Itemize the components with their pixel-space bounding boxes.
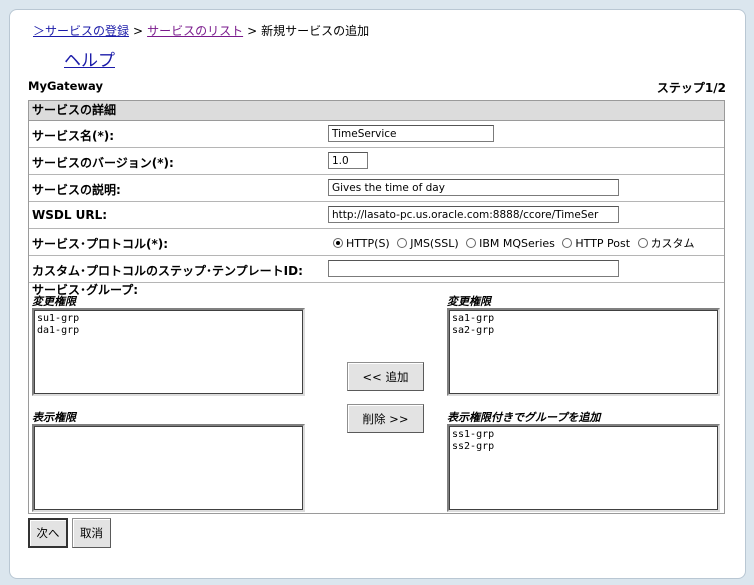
list-item[interactable]: sa2-grp	[452, 325, 715, 337]
custom-template-input[interactable]	[328, 260, 619, 277]
left-modify-label: 変更権限	[32, 295, 76, 308]
custom-template-label: カスタム･プロトコルのステップ･テンプレートID:	[32, 264, 303, 278]
protocol-option-mqseries[interactable]: IBM MQSeries	[466, 237, 555, 250]
list-item[interactable]: su1-grp	[37, 313, 300, 325]
right-modify-listbox[interactable]: sa1-grp sa2-grp	[447, 308, 720, 396]
protocol-label: サービス･プロトコル(*):	[32, 237, 169, 251]
section-title: サービスの詳細	[29, 101, 724, 121]
protocol-option-https[interactable]: HTTP(S)	[333, 237, 390, 250]
breadcrumb-link-service-registration[interactable]: ＞サービスの登録	[33, 24, 129, 38]
custom-template-row: カスタム･プロトコルのステップ･テンプレートID:	[29, 256, 724, 283]
service-name-label: サービス名(*):	[32, 129, 115, 143]
left-modify-listbox[interactable]: su1-grp da1-grp	[32, 308, 305, 396]
service-description-row: サービスの説明: Gives the time of day	[29, 175, 724, 202]
wsdl-url-input[interactable]: http://lasato-pc.us.oracle.com:8888/ccor…	[328, 206, 619, 223]
left-view-listbox[interactable]	[32, 424, 305, 512]
list-item[interactable]: da1-grp	[37, 325, 300, 337]
left-view-label: 表示権限	[32, 411, 76, 424]
right-view-label: 表示権限付きでグループを追加	[447, 411, 601, 424]
right-view-listbox[interactable]: ss1-grp ss2-grp	[447, 424, 720, 512]
protocol-row: サービス･プロトコル(*): HTTP(S) JMS(SSL) IBM MQSe…	[29, 229, 724, 256]
wsdl-url-row: WSDL URL: http://lasato-pc.us.oracle.com…	[29, 202, 724, 229]
service-version-row: サービスのバージョン(*): 1.0	[29, 148, 724, 175]
service-name-input[interactable]: TimeService	[328, 125, 494, 142]
service-description-input[interactable]: Gives the time of day	[328, 179, 619, 196]
radio-icon[interactable]	[562, 238, 573, 248]
help-link[interactable]: ヘルプ	[64, 46, 115, 71]
cancel-button[interactable]: 取消	[72, 518, 111, 548]
service-version-input[interactable]: 1.0	[328, 152, 368, 169]
protocol-option-jms[interactable]: JMS(SSL)	[397, 237, 459, 250]
radio-icon[interactable]	[397, 238, 408, 248]
breadcrumb-link-service-list[interactable]: サービスのリスト	[147, 24, 243, 38]
radio-selected-icon[interactable]	[333, 238, 343, 248]
breadcrumb-separator: >	[247, 24, 258, 38]
service-description-label: サービスの説明:	[32, 183, 121, 197]
list-item[interactable]: ss1-grp	[452, 429, 715, 441]
wsdl-url-label: WSDL URL:	[32, 208, 108, 222]
list-item[interactable]: ss2-grp	[452, 441, 715, 453]
step-indicator: ステップ1/2	[656, 81, 726, 95]
right-modify-label: 変更権限	[447, 295, 491, 308]
next-button[interactable]: 次へ	[28, 518, 68, 548]
protocol-option-custom[interactable]: カスタム	[637, 237, 695, 250]
service-version-label: サービスのバージョン(*):	[32, 156, 174, 170]
service-name-row: サービス名(*): TimeService	[29, 121, 724, 148]
protocol-radio-group: HTTP(S) JMS(SSL) IBM MQSeries HTTP Post …	[333, 235, 699, 251]
breadcrumb: ＞サービスの登録 > サービスのリスト > 新規サービスの追加	[33, 22, 369, 39]
radio-icon[interactable]	[637, 238, 648, 248]
protocol-option-http-post[interactable]: HTTP Post	[562, 237, 630, 250]
radio-icon[interactable]	[466, 238, 477, 248]
breadcrumb-current: 新規サービスの追加	[261, 24, 370, 38]
remove-button[interactable]: 削除 >>	[347, 404, 424, 433]
breadcrumb-separator: >	[133, 24, 144, 38]
add-button[interactable]: << 追加	[347, 362, 424, 391]
gateway-label: MyGateway	[28, 79, 103, 93]
service-details-form: サービスの詳細 サービス名(*): TimeService サービスのバージョン…	[28, 100, 725, 514]
list-item[interactable]: sa1-grp	[452, 313, 715, 325]
